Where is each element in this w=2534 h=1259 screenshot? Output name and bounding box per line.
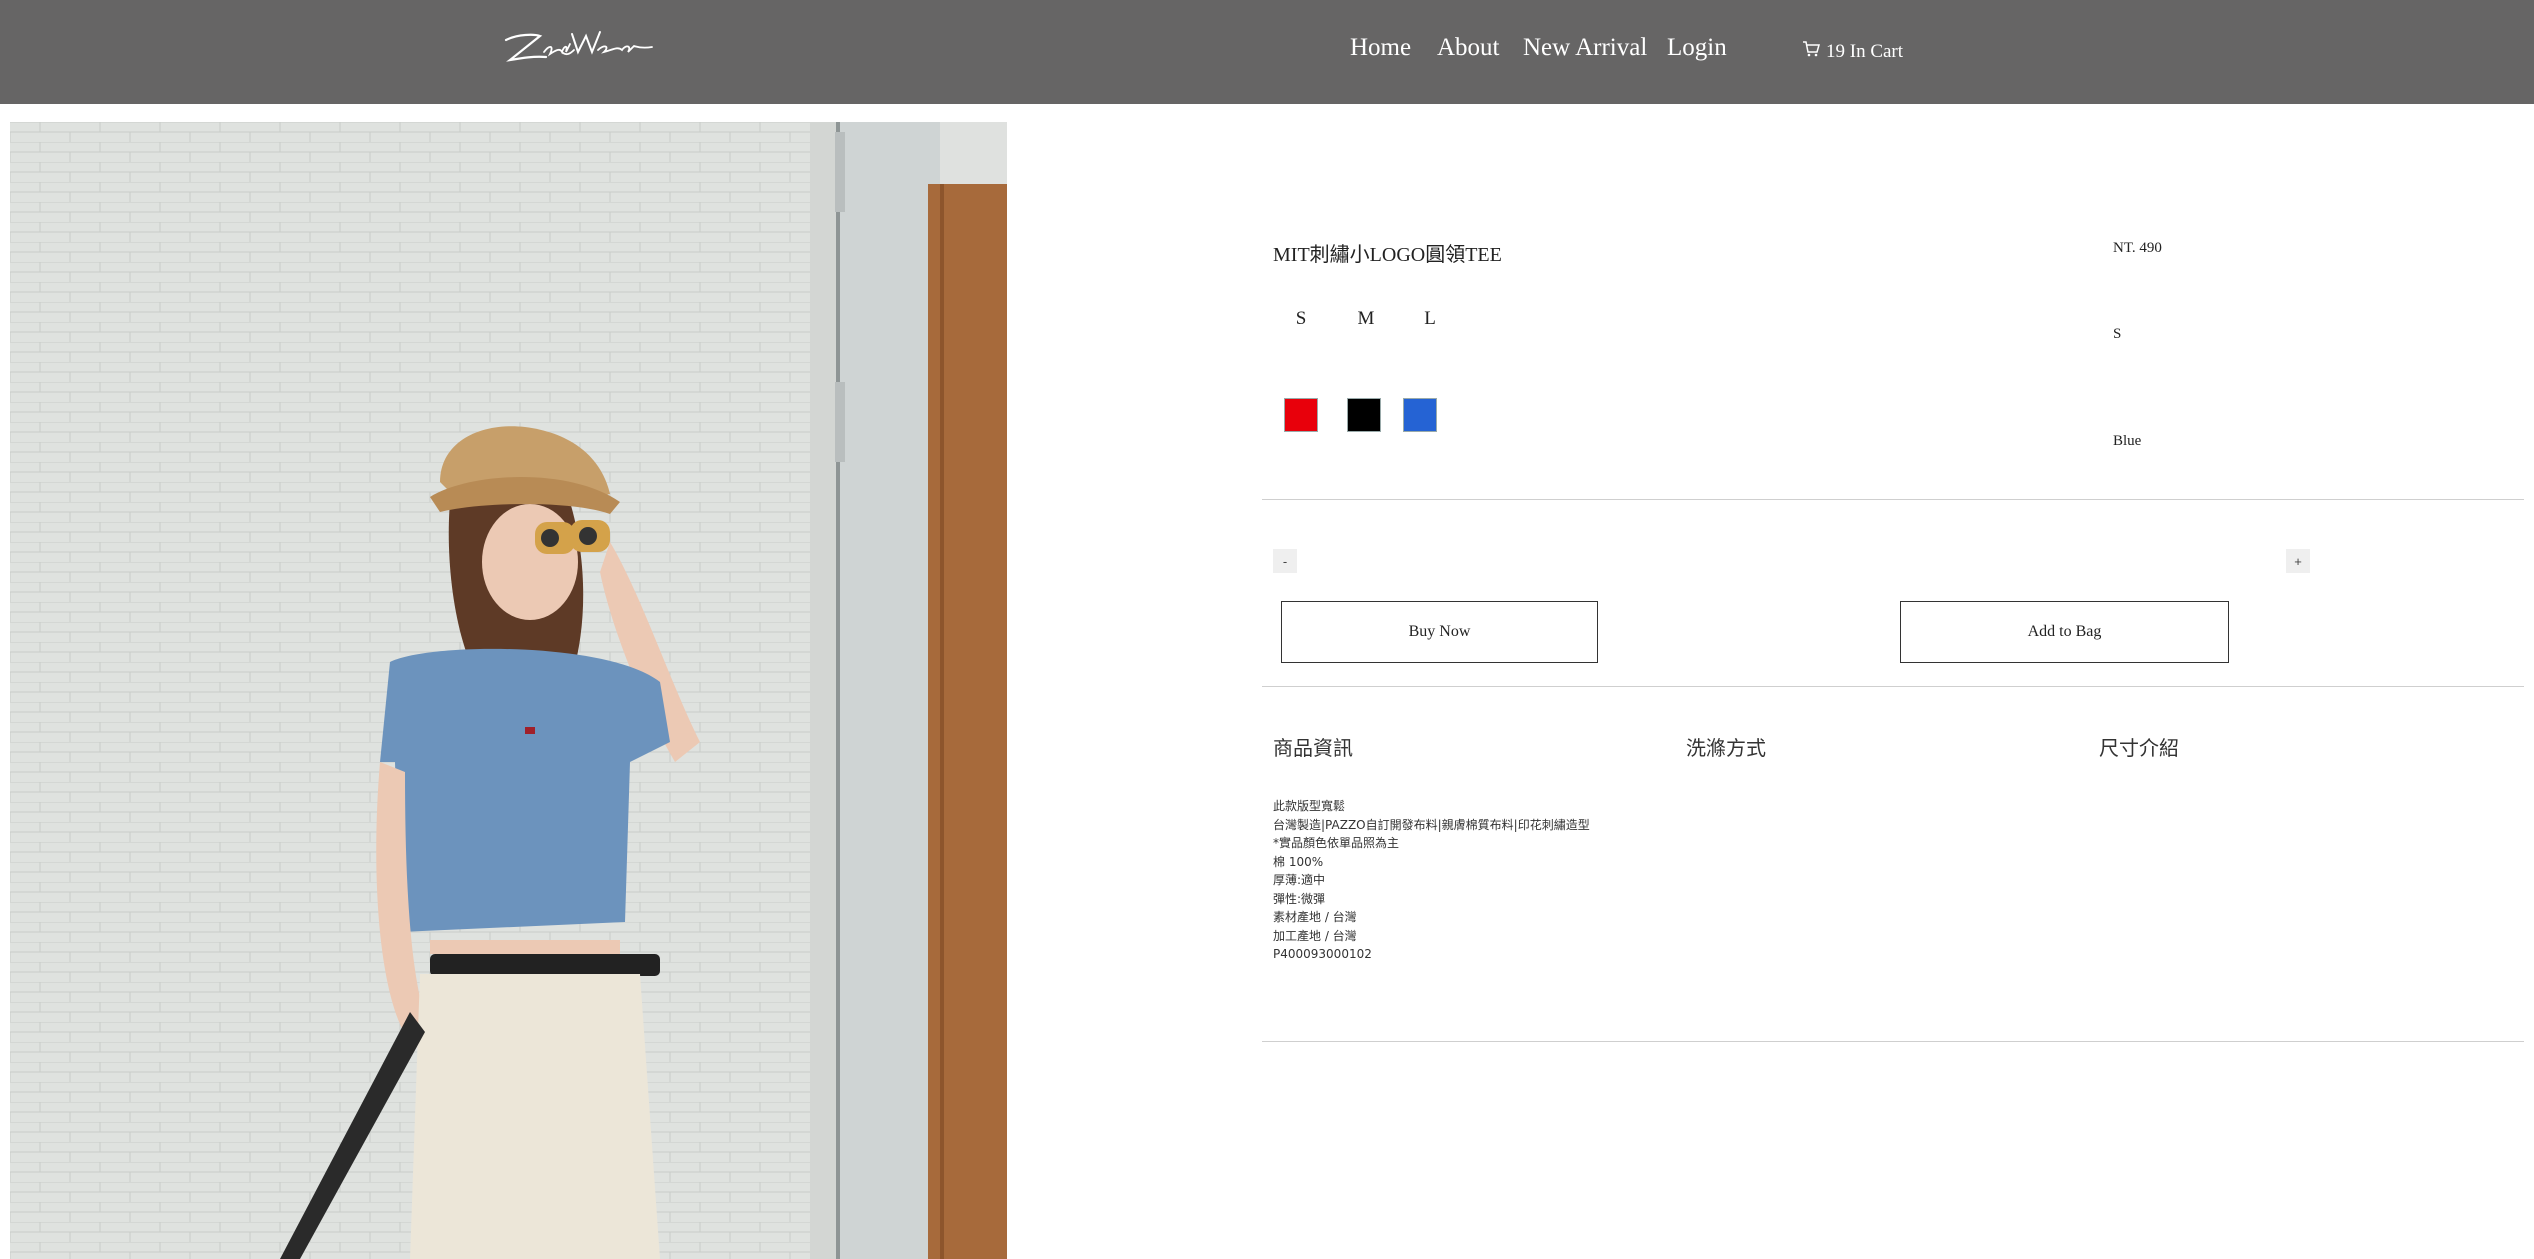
buy-now-button[interactable]: Buy Now <box>1281 601 1598 663</box>
description-line: 彈性:微彈 <box>1273 891 1326 906</box>
nav-login[interactable]: Login <box>1667 34 1727 62</box>
description-line: *實品顏色依單品照為主 <box>1273 836 1400 850</box>
tab-washing[interactable]: 洗滌方式 <box>1686 732 1766 761</box>
description-line: 加工產地 / 台灣 <box>1273 928 1357 943</box>
cart-icon <box>1802 40 1820 64</box>
cart-link[interactable]: 19 In Cart <box>1802 40 1903 64</box>
nav-home[interactable]: Home <box>1350 34 1411 62</box>
size-option-l[interactable]: L <box>1418 308 1442 330</box>
size-option-m[interactable]: M <box>1354 308 1378 330</box>
product-description: 此款版型寬鬆 台灣製造|PAZZO自訂開發布料|親膚棉質布料|印花刺繡造型 *實… <box>1273 797 1590 964</box>
color-swatch-red[interactable] <box>1284 398 1318 432</box>
cart-count-label: 19 In Cart <box>1826 41 1904 62</box>
tab-size-guide[interactable]: 尺寸介紹 <box>2099 732 2179 761</box>
color-swatch-black[interactable] <box>1347 398 1381 432</box>
quantity-increase-button[interactable]: + <box>2286 549 2310 573</box>
description-line: 台灣製造|PAZZO自訂開發布料|親膚棉質布料|印花刺繡造型 <box>1273 817 1590 832</box>
brand-logo[interactable] <box>500 22 660 72</box>
product-price: NT. 490 <box>2113 240 2162 256</box>
add-to-bag-button[interactable]: Add to Bag <box>1900 601 2229 663</box>
nav-new-arrival[interactable]: New Arrival <box>1523 34 1647 62</box>
size-option-s[interactable]: S <box>1289 308 1313 330</box>
selected-color: Blue <box>2113 433 2142 449</box>
selected-size: S <box>2113 326 2122 342</box>
divider <box>1262 686 2524 687</box>
divider <box>1262 499 2524 500</box>
description-line: 此款版型寬鬆 <box>1273 799 1346 813</box>
description-line: 厚薄:適中 <box>1273 873 1326 887</box>
tab-product-info[interactable]: 商品資訊 <box>1273 732 1353 761</box>
product-title: MIT刺繡小LOGO圓領TEE <box>1273 244 1502 266</box>
quantity-decrease-button[interactable]: - <box>1273 549 1297 573</box>
site-header: Home About New Arrival Login 19 In Cart <box>0 0 2534 104</box>
product-photo <box>10 122 1007 1259</box>
divider <box>1262 1041 2524 1042</box>
nav-about[interactable]: About <box>1437 34 1500 62</box>
description-line: 棉 100% <box>1273 854 1324 869</box>
description-line: P400093000102 <box>1273 947 1372 961</box>
description-line: 素材產地 / 台灣 <box>1273 910 1357 924</box>
color-swatch-blue[interactable] <box>1403 398 1437 432</box>
